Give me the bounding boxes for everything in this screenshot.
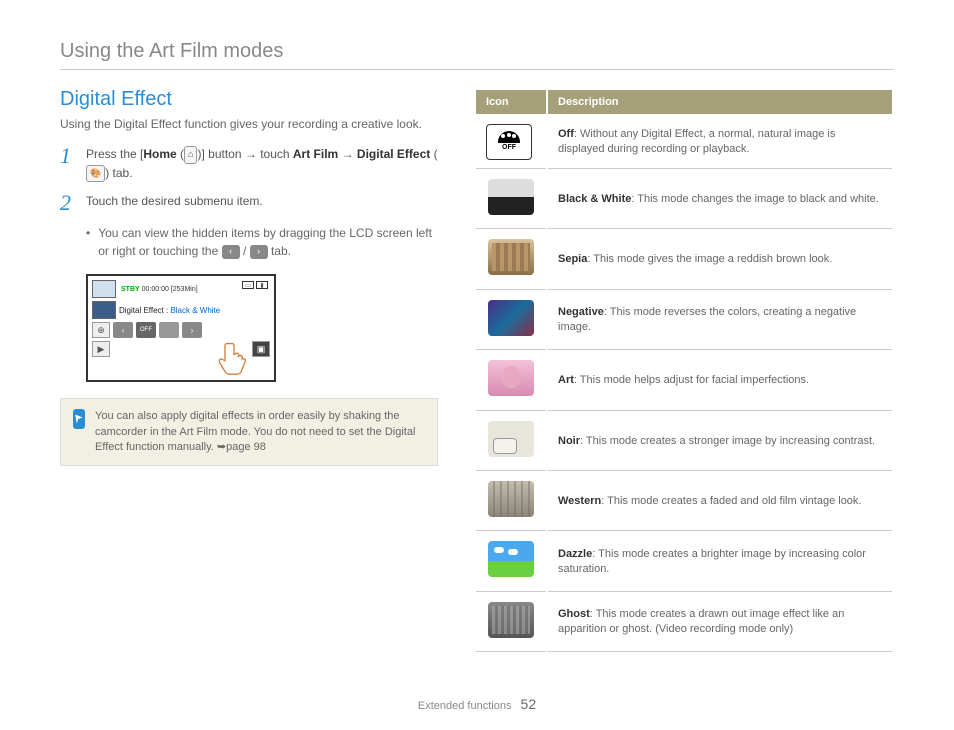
effects-table: Icon Description OFF Off: Without any Di… <box>474 88 894 654</box>
effect-desc: Negative: This mode reverses the colors,… <box>548 292 892 350</box>
lcd-thumbnail <box>92 301 116 319</box>
off-button: OFF <box>136 322 156 338</box>
effect-art-icon <box>488 360 534 396</box>
footer-section: Extended functions <box>418 700 512 712</box>
step-2: 2 Touch the desired submenu item. <box>60 192 438 214</box>
play-icon: ▶ <box>92 341 110 357</box>
chevron-left-icon: ‹ <box>113 322 133 338</box>
page-number: 52 <box>521 696 537 712</box>
effect-noir-icon <box>488 421 534 457</box>
step-number: 1 <box>60 145 76 167</box>
chevron-right-icon: › <box>250 245 268 259</box>
lcd-thumbnail <box>92 280 116 298</box>
digitaleffect-label: Digital Effect <box>357 147 430 161</box>
artfilm-label: Art Film <box>293 147 338 161</box>
effect-western-icon <box>488 481 534 517</box>
t: )] button <box>197 147 244 161</box>
table-row: Dazzle: This mode creates a brighter ima… <box>476 533 892 591</box>
battery-icon: ▮ <box>256 281 268 289</box>
step-number: 2 <box>60 192 76 214</box>
intro-text: Using the Digital Effect function gives … <box>60 117 438 131</box>
table-row: Art: This mode helps adjust for facial i… <box>476 352 892 410</box>
step2-text: Touch the desired submenu item. <box>86 192 263 210</box>
effect-desc: Dazzle: This mode creates a brighter ima… <box>548 533 892 591</box>
table-row: Western: This mode creates a faded and o… <box>476 473 892 531</box>
effect-desc: Art: This mode helps adjust for facial i… <box>548 352 892 410</box>
card-icon: ▭ <box>242 281 254 289</box>
chevron-left-icon: ‹ <box>222 245 240 259</box>
lcd-stby: STBY <box>121 286 140 293</box>
step1-text: Press the [ <box>86 147 143 161</box>
note-text: You can also apply digital effects in or… <box>95 409 425 455</box>
home-label: Home <box>143 147 176 161</box>
table-row: Black & White: This mode changes the ima… <box>476 171 892 229</box>
effect-desc: Black & White: This mode changes the ima… <box>548 171 892 229</box>
effect-desc: Ghost: This mode creates a drawn out ima… <box>548 594 892 652</box>
lcd-label-pre: Digital Effect : <box>119 306 170 315</box>
t: ) tab. <box>105 166 132 180</box>
effect-ghost-icon <box>488 602 534 638</box>
effect-tile <box>159 322 179 338</box>
arrow-icon: → <box>338 147 357 161</box>
t: touch <box>257 147 293 161</box>
effect-desc: Western: This mode creates a faded and o… <box>548 473 892 531</box>
lcd-time: 00:00:00 [253Min] <box>142 286 198 293</box>
hand-pointer-icon <box>216 338 252 378</box>
page-footer: Extended functions 52 <box>0 696 954 712</box>
t: ( <box>177 147 184 161</box>
effect-desc: Off: Without any Digital Effect, a norma… <box>548 116 892 169</box>
effect-sepia-icon <box>488 239 534 275</box>
table-row: OFF Off: Without any Digital Effect, a n… <box>476 116 892 169</box>
home-icon: ⌂ <box>184 146 197 164</box>
zoom-icon: ⊕ <box>92 322 110 338</box>
effect-desc: Sepia: This mode gives the image a reddi… <box>548 231 892 289</box>
table-row: Noir: This mode creates a stronger image… <box>476 413 892 471</box>
table-row: Ghost: This mode creates a drawn out ima… <box>476 594 892 652</box>
table-row: Sepia: This mode gives the image a reddi… <box>476 231 892 289</box>
page-title: Using the Art Film modes <box>60 40 894 70</box>
lcd-label-mode: Black & White <box>170 306 220 315</box>
t: ( <box>430 147 437 161</box>
effect-negative-icon <box>488 300 534 336</box>
section-title: Digital Effect <box>60 88 438 111</box>
effect-off-icon: OFF <box>486 124 532 160</box>
left-column: Digital Effect Using the Digital Effect … <box>60 88 438 654</box>
mode-icon: ▣ <box>252 341 270 357</box>
th-icon: Icon <box>476 90 546 114</box>
note-box: You can also apply digital effects in or… <box>60 398 438 466</box>
right-column: Icon Description OFF Off: Without any Di… <box>474 88 894 654</box>
palette-icon: 🎨 <box>86 165 105 183</box>
arrow-icon: → <box>245 147 257 161</box>
th-description: Description <box>548 90 892 114</box>
effect-bw-icon <box>488 179 534 215</box>
chevron-right-icon: › <box>182 322 202 338</box>
effect-desc: Noir: This mode creates a stronger image… <box>548 413 892 471</box>
step-1: 1 Press the [Home (⌂)] button → touch Ar… <box>60 145 438 182</box>
t: / <box>243 244 250 258</box>
table-row: Negative: This mode reverses the colors,… <box>476 292 892 350</box>
note-icon <box>73 409 85 429</box>
bullet-note: You can view the hidden items by draggin… <box>86 224 438 260</box>
effect-dazzle-icon <box>488 541 534 577</box>
lcd-screenshot: STBY 00:00:00 [253Min] ▭ ▮ Digital Effec… <box>86 274 276 382</box>
t: tab. <box>271 244 291 258</box>
